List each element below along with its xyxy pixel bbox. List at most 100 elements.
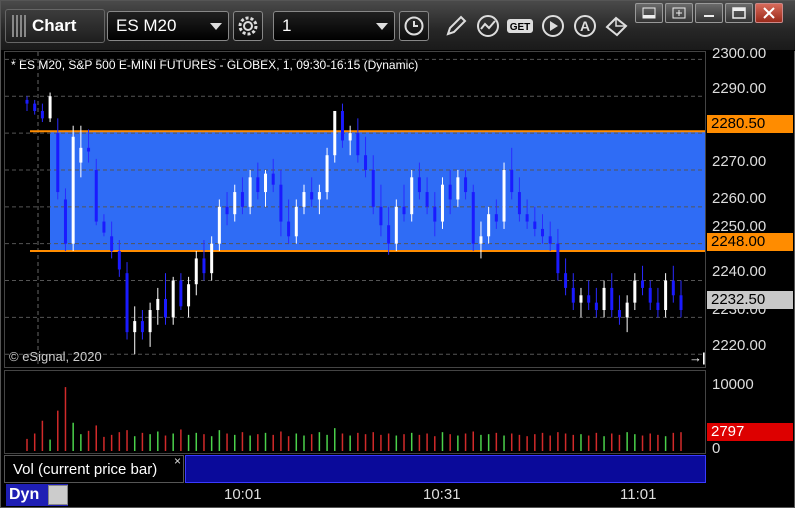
gear-icon [238, 16, 258, 36]
candle-body [410, 177, 414, 215]
candle-body [371, 169, 375, 207]
volume-legend-bar [185, 455, 706, 483]
volume-chart[interactable] [5, 371, 706, 454]
price-chart[interactable] [5, 52, 706, 368]
candle-body [179, 280, 183, 307]
price-tick: 2270.00 [712, 153, 767, 170]
alerts-button[interactable]: A [570, 11, 600, 41]
time-axis[interactable]: Dyn 10:01 10:31 11:01 [4, 483, 794, 507]
candle-body [487, 214, 491, 237]
candle-body [125, 273, 129, 333]
candle-body [279, 184, 283, 222]
minimize-tray-icon [642, 7, 656, 19]
candle-body [610, 287, 614, 311]
candle-body [617, 310, 621, 318]
chart-window: Chart ES M20 1 GET A * ES M20, S&P 500 E… [0, 0, 795, 508]
candle-body [348, 133, 352, 141]
candle-body [402, 206, 406, 215]
candle-body [433, 206, 437, 222]
candle-body [256, 177, 260, 193]
candle-body [448, 184, 452, 200]
candle-body [187, 284, 191, 307]
price-tick: 2220.00 [712, 337, 767, 354]
candle-body [148, 310, 152, 333]
price-chart-pane[interactable]: * ES M20, S&P 500 E-MINI FUTURES - GLOBE… [4, 51, 706, 368]
lower-level-tag: 2248.00 [707, 233, 793, 251]
restore-button[interactable] [665, 3, 693, 23]
candle-body [63, 199, 67, 244]
price-scale[interactable]: 2300.00 2290.00 2280.50 2270.00 2260.00 … [707, 45, 793, 368]
window-title[interactable]: Chart [5, 9, 105, 43]
price-tick: 2290.00 [712, 80, 767, 97]
last-volume-tag: 2797 [707, 423, 793, 441]
candle-body [625, 302, 629, 318]
chart-legend: * ES M20, S&P 500 E-MINI FUTURES - GLOBE… [11, 58, 419, 72]
get-icon-label: GET [510, 22, 531, 33]
candle-body [679, 295, 683, 311]
price-tick: 2240.00 [712, 263, 767, 280]
dynamic-mode-label: Dyn [9, 486, 40, 503]
minimize-button[interactable] [695, 3, 723, 23]
cursor-icon [605, 16, 628, 37]
cursor-mode-button[interactable] [602, 11, 632, 41]
candle-body [163, 298, 167, 318]
candle-body [564, 273, 568, 288]
candle-body [71, 136, 75, 244]
candle-body [56, 133, 60, 193]
candle-body [664, 280, 668, 311]
candle-body [48, 96, 52, 119]
chevron-down-icon [376, 23, 388, 30]
time-template-button[interactable] [399, 11, 429, 41]
candle-body [494, 214, 498, 222]
level-zone [50, 131, 705, 252]
drag-grip-icon[interactable] [12, 15, 26, 37]
copyright-label: © eSignal, 2020 [9, 349, 102, 364]
candle-body [479, 236, 483, 244]
candle-body [525, 214, 529, 222]
lock-icon[interactable] [48, 485, 68, 505]
candle-body [210, 243, 214, 274]
symbol-value: ES M20 [116, 16, 177, 35]
candle-body [556, 243, 560, 274]
close-icon[interactable]: × [174, 454, 181, 468]
close-button[interactable] [755, 3, 783, 23]
candle-body [194, 258, 198, 285]
get-data-button[interactable]: GET [505, 11, 535, 41]
candle-body [79, 147, 83, 163]
candle-body [571, 287, 575, 303]
restore-icon [672, 7, 686, 19]
symbol-settings-button[interactable] [233, 11, 263, 41]
a-icon: A [574, 15, 596, 37]
minimize-icon [704, 15, 714, 17]
volume-legend-label: Vol (current price bar) [13, 461, 158, 478]
interval-dropdown[interactable]: 1 [273, 11, 395, 41]
candle-body [510, 169, 514, 193]
dynamic-mode-button[interactable]: Dyn [6, 484, 68, 506]
candle-body [202, 258, 206, 274]
volume-scale[interactable]: 10000 2797 0 [707, 370, 793, 457]
scroll-to-end-icon[interactable]: →| [689, 350, 705, 365]
candle-body [340, 110, 344, 141]
symbol-dropdown[interactable]: ES M20 [107, 11, 229, 41]
candle-body [294, 206, 298, 237]
candle-body [110, 236, 114, 252]
candle-body [641, 280, 645, 288]
candle-body [394, 206, 398, 244]
candle-body [333, 110, 337, 156]
indicator-icon [477, 15, 499, 37]
indicator-button[interactable] [473, 11, 503, 41]
time-tick: 10:31 [423, 486, 461, 503]
candle-body [325, 155, 329, 193]
candle-body [502, 169, 506, 222]
maximize-button[interactable] [725, 3, 753, 23]
candle-body [579, 295, 583, 303]
candle-body [356, 133, 360, 156]
window-title-label: Chart [32, 16, 77, 35]
replay-button[interactable] [538, 11, 568, 41]
candle-body [671, 280, 675, 296]
candle-body [440, 184, 444, 222]
volume-pane[interactable] [4, 370, 706, 454]
draw-tool-button[interactable] [441, 11, 471, 41]
candle-body [425, 192, 429, 207]
minimize-to-tray-button[interactable] [635, 3, 663, 23]
